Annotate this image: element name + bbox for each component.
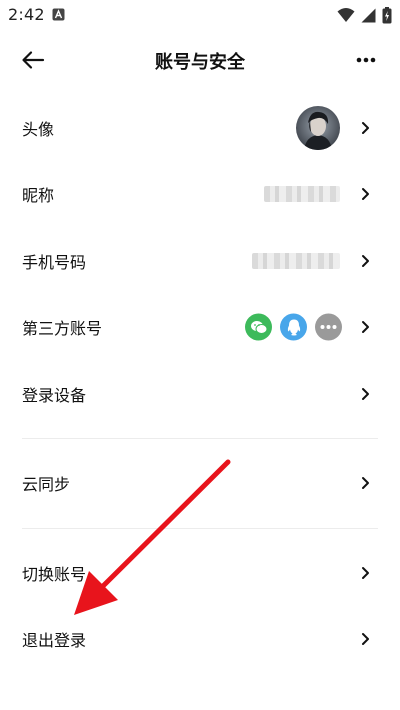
cloud-sync-row[interactable]: 云同步 — [0, 453, 400, 513]
avatar-row[interactable]: 头像 — [0, 98, 400, 158]
phone-number-label: 手机号码 — [22, 253, 87, 272]
status-icons — [337, 6, 392, 24]
more-accounts-icon[interactable] — [315, 313, 342, 341]
chevron-right-icon — [362, 477, 369, 489]
section-divider — [22, 528, 378, 529]
qq-glyph-icon — [287, 319, 300, 335]
third-party-icons — [245, 313, 342, 341]
account-security-screen: 2:42 账号与安全 头像 昵称 手机号码 第三方账号 登录设备 云同步 切换账… — [0, 0, 400, 710]
chevron-right-icon — [362, 122, 369, 134]
notification-icon — [52, 8, 65, 21]
status-bar: 2:42 — [0, 0, 400, 30]
wechat-icon[interactable] — [245, 313, 272, 341]
chevron-right-icon — [362, 321, 369, 333]
status-time: 2:42 — [8, 5, 45, 24]
avatar-image — [296, 106, 340, 150]
nickname-row[interactable]: 昵称 — [0, 164, 400, 224]
more-dots-icon — [356, 57, 376, 63]
chevron-right-icon — [362, 633, 369, 645]
third-party-accounts-row[interactable]: 第三方账号 — [0, 297, 400, 357]
avatar-label: 头像 — [22, 120, 55, 139]
switch-account-label: 切换账号 — [22, 565, 87, 584]
signal-icon — [361, 8, 376, 22]
qq-icon[interactable] — [280, 313, 307, 341]
section-divider — [22, 438, 378, 439]
logout-row[interactable]: 退出登录 — [0, 609, 400, 669]
more-options-button[interactable] — [354, 49, 378, 71]
wifi-icon — [337, 8, 355, 22]
avatar[interactable] — [296, 106, 340, 150]
chevron-right-icon — [362, 567, 369, 579]
switch-account-row[interactable]: 切换账号 — [0, 543, 400, 603]
chevron-right-icon — [362, 255, 369, 267]
more-dots-icon — [320, 325, 337, 329]
wechat-glyph-icon — [250, 320, 267, 334]
logout-label: 退出登录 — [22, 631, 87, 650]
chevron-right-icon — [362, 188, 369, 200]
top-bar: 账号与安全 — [0, 36, 400, 84]
nickname-label: 昵称 — [22, 186, 55, 205]
third-party-accounts-label: 第三方账号 — [22, 319, 103, 338]
nickname-value-redacted — [264, 186, 340, 202]
login-devices-row[interactable]: 登录设备 — [0, 364, 400, 424]
login-devices-label: 登录设备 — [22, 386, 87, 405]
cloud-sync-label: 云同步 — [22, 475, 71, 494]
phone-number-row[interactable]: 手机号码 — [0, 231, 400, 291]
battery-icon — [382, 6, 392, 23]
chevron-right-icon — [362, 388, 369, 400]
page-title: 账号与安全 — [155, 52, 245, 73]
phone-number-value-redacted — [252, 253, 340, 269]
